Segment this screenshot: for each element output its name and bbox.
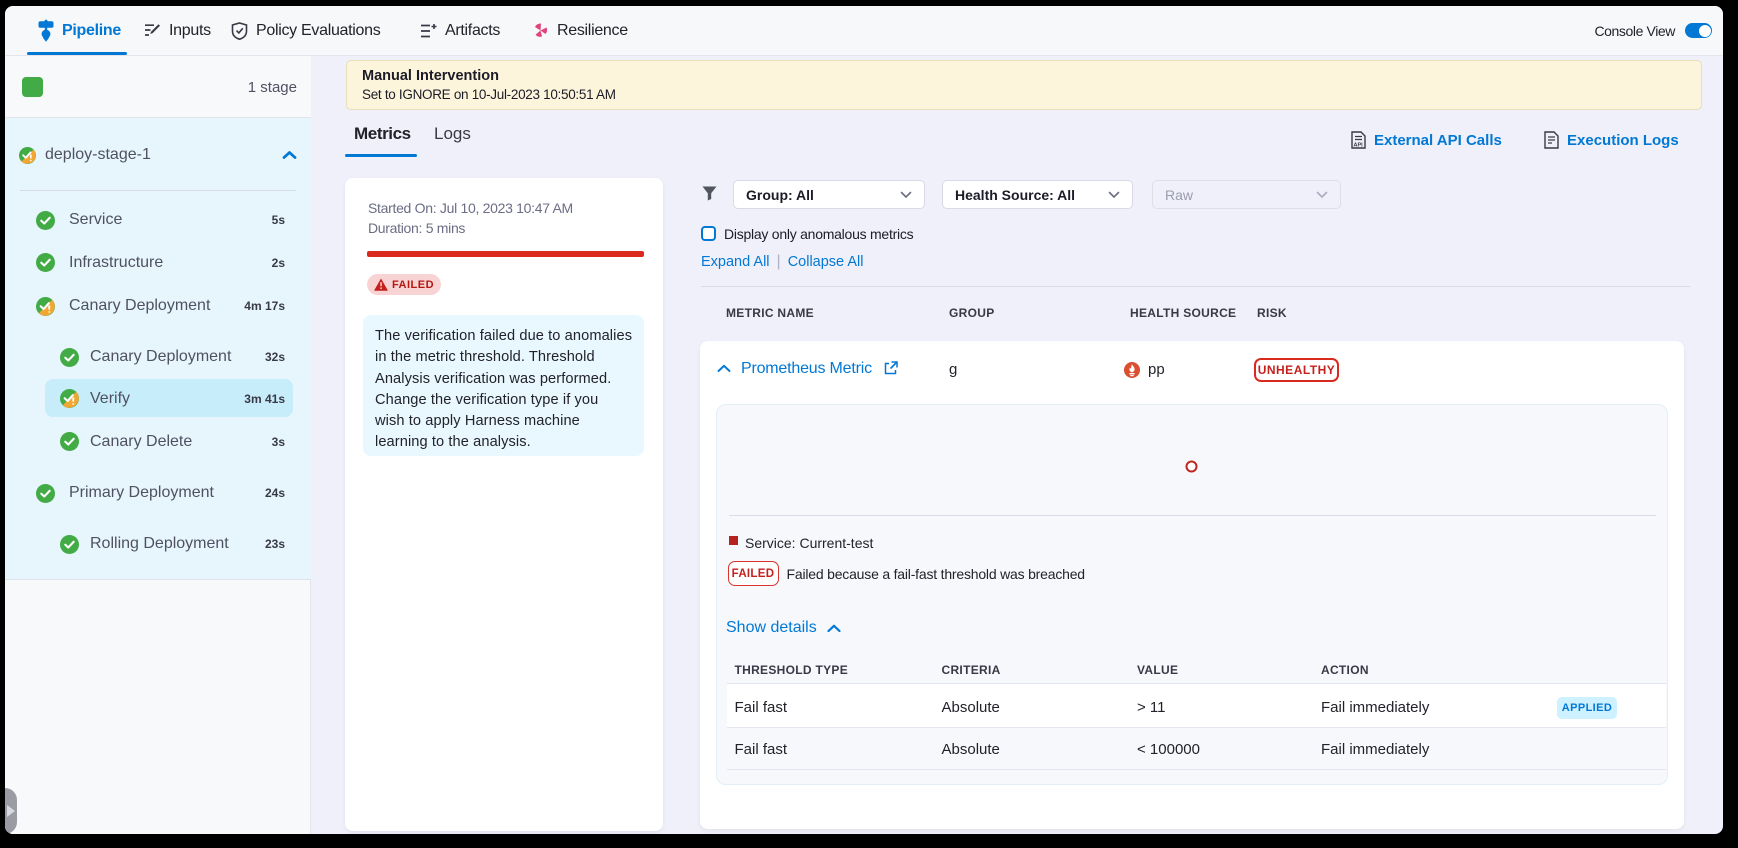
svg-text:API: API (1354, 143, 1364, 149)
